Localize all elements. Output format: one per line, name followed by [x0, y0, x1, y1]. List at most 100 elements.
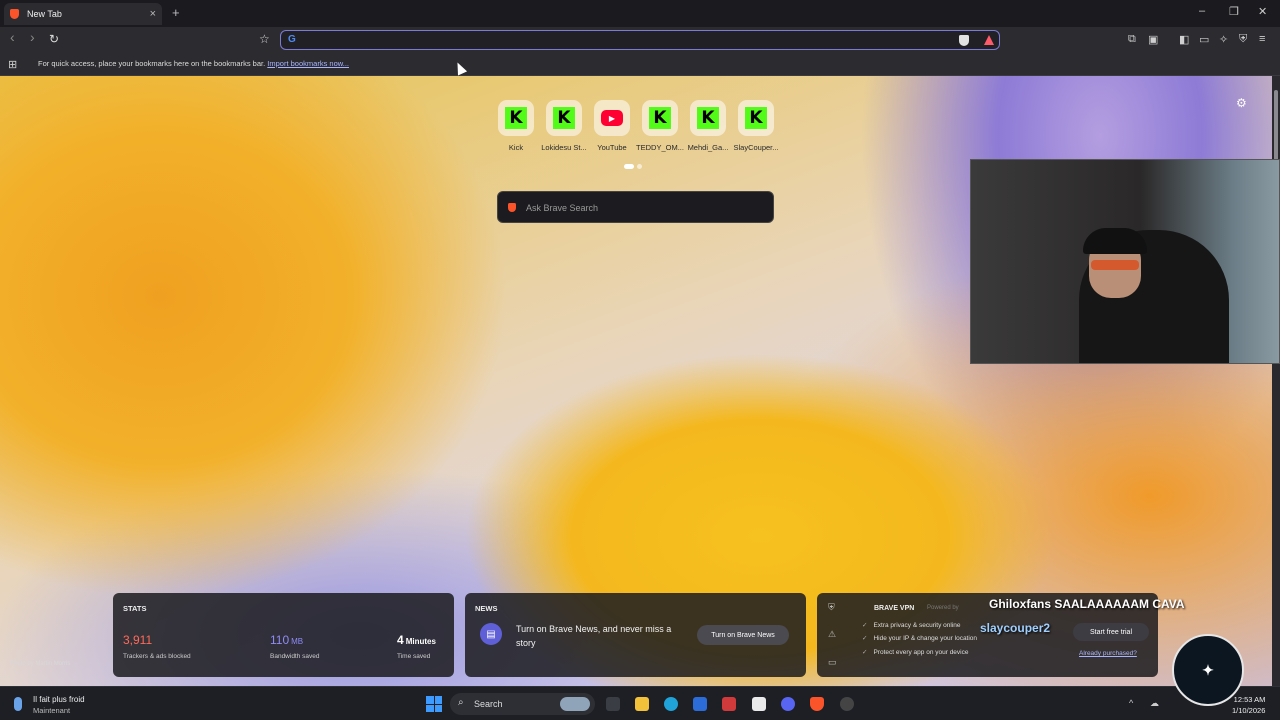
- top-site-tile[interactable]: K Mehdi_Ga...: [688, 100, 728, 152]
- time-unit: Minutes: [405, 637, 436, 646]
- customize-settings-icon[interactable]: ⚙: [1236, 96, 1247, 110]
- bandwidth-stat: 110 MB Bandwidth saved: [270, 631, 320, 660]
- vpn-feature: Extra privacy & security online: [862, 621, 960, 629]
- top-site-tile[interactable]: K SlayCouper...: [733, 100, 779, 152]
- search-highlight-image: [560, 697, 590, 711]
- chat-username: slaycouper2: [980, 621, 1051, 635]
- new-tab-button[interactable]: +: [172, 5, 180, 20]
- top-site-label: Mehdi_Ga...: [687, 143, 729, 152]
- notepad-icon[interactable]: [752, 697, 766, 711]
- start-free-trial-button[interactable]: Start free trial: [1073, 623, 1149, 641]
- search-icon: ⌕: [458, 697, 464, 708]
- close-window-button[interactable]: ✕: [1258, 5, 1267, 18]
- back-button[interactable]: ‹: [10, 29, 15, 45]
- vpn-shield-icon[interactable]: ⛨: [1239, 33, 1247, 46]
- vpn-feature: Protect every app on your device: [862, 648, 968, 656]
- bandwidth-value: 110: [270, 633, 290, 647]
- stats-card: STATS 3,911 Trackers & ads blocked 110 MB…: [113, 593, 454, 677]
- vpn-shield-icon[interactable]: ⛨: [828, 602, 835, 613]
- onedrive-icon[interactable]: ☁: [1150, 698, 1159, 709]
- trackers-stat: 3,911 Trackers & ads blocked: [123, 631, 191, 660]
- search-input[interactable]: [526, 200, 756, 215]
- vpn-title: BRAVE VPN: [874, 605, 915, 612]
- sidebar-icon[interactable]: ◧: [1179, 33, 1189, 46]
- pager-dot[interactable]: [624, 164, 634, 169]
- kick-icon: K: [649, 107, 671, 129]
- trackers-value: 3,911: [123, 633, 153, 647]
- already-purchased-link[interactable]: Already purchased?: [1079, 650, 1137, 657]
- bookmarks-bar: ⊞ For quick access, place your bookmarks…: [0, 53, 1280, 76]
- tray-chevron-icon[interactable]: ^: [1129, 698, 1133, 708]
- streamer-glasses: [1091, 260, 1139, 270]
- webcam-overlay: [970, 159, 1280, 364]
- reload-button[interactable]: ↻: [49, 32, 59, 46]
- vpn-tv-icon[interactable]: ▭: [828, 657, 837, 668]
- top-site-tile[interactable]: K Kick: [496, 100, 536, 152]
- pager-dot[interactable]: [637, 164, 642, 169]
- maximize-button[interactable]: ❐: [1229, 5, 1239, 18]
- tab-title: New Tab: [27, 9, 62, 19]
- reading-list-icon[interactable]: ▭: [1199, 33, 1209, 46]
- news-heading: NEWS: [475, 604, 498, 613]
- menu-icon[interactable]: ≡: [1259, 33, 1265, 45]
- vpn-powered-by: Powered by: [927, 605, 959, 611]
- file-explorer-icon[interactable]: [635, 697, 649, 711]
- top-site-tile[interactable]: K TEDDY_OM...: [636, 100, 684, 152]
- brave-rewards-icon[interactable]: [983, 34, 995, 46]
- brave-taskbar-icon[interactable]: [810, 697, 824, 711]
- brave-shields-icon[interactable]: [959, 35, 969, 46]
- bookmarks-hint-text: For quick access, place your bookmarks h…: [38, 59, 266, 68]
- time-value: 4: [397, 633, 404, 647]
- top-sites-pager: [624, 164, 642, 169]
- top-site-label: TEDDY_OM...: [636, 143, 684, 152]
- bookmarks-bar-message: For quick access, place your bookmarks h…: [38, 59, 349, 68]
- apps-grid-icon[interactable]: ⊞: [8, 58, 17, 71]
- discord-icon[interactable]: [781, 697, 795, 711]
- time-label: Time saved: [397, 653, 431, 660]
- forward-button[interactable]: ›: [30, 29, 35, 45]
- taskbar-clock[interactable]: 12:53 AM 1/10/2026: [1232, 694, 1265, 716]
- turn-on-brave-news-button[interactable]: Turn on Brave News: [697, 625, 789, 645]
- brave-favicon-icon: [10, 9, 19, 19]
- edge-icon[interactable]: [664, 697, 678, 711]
- top-site-label: SlayCouper...: [733, 143, 779, 152]
- clock-time: 12:53 AM: [1233, 695, 1266, 704]
- import-bookmarks-link[interactable]: Import bookmarks now...: [267, 59, 349, 68]
- address-bar[interactable]: G: [280, 30, 1000, 50]
- kick-icon: K: [505, 107, 527, 129]
- windows-taskbar: Il fait plus froid Maintenant ⌕ Search ^…: [0, 686, 1280, 720]
- time-stat: 4 Minutes Time saved: [397, 631, 436, 660]
- vpn-feature: Hide your IP & change your location: [862, 634, 977, 642]
- address-input[interactable]: [303, 33, 903, 48]
- top-site-tile[interactable]: ▶ YouTube: [592, 100, 632, 152]
- obs-icon[interactable]: [840, 697, 854, 711]
- weather-thermometer-icon[interactable]: [14, 697, 22, 711]
- youtube-icon: ▶: [601, 110, 623, 126]
- leo-ai-icon[interactable]: ✧: [1219, 33, 1228, 46]
- top-site-tile[interactable]: K Lokidesu St...: [541, 100, 587, 152]
- taskbar-search[interactable]: ⌕ Search: [450, 693, 595, 715]
- bookmark-page-button[interactable]: ☆: [259, 32, 270, 46]
- bandwidth-label: Bandwidth saved: [270, 653, 320, 660]
- wallet-icon[interactable]: ▣: [1148, 33, 1158, 46]
- title-bar: New Tab × + – ❐ ✕: [0, 0, 1280, 27]
- task-view-icon[interactable]: [606, 697, 620, 711]
- top-site-label: YouTube: [597, 143, 627, 152]
- windows-start-icon[interactable]: [426, 696, 442, 712]
- kick-icon: K: [553, 107, 575, 129]
- browser-tab-new-tab[interactable]: New Tab ×: [4, 3, 162, 25]
- photo-credit: Photo by Martin Morris: [10, 661, 71, 667]
- app-red-icon[interactable]: [722, 697, 736, 711]
- brave-search-box[interactable]: [497, 191, 774, 223]
- extensions-icon[interactable]: ⧉: [1128, 33, 1136, 46]
- channel-logo-icon: ✦: [1172, 634, 1244, 706]
- tab-close-icon[interactable]: ×: [150, 8, 156, 20]
- browser-toolbar: ‹ › ↻ ☆ G ⧉ ▣ ◧ ▭ ✧ ⛨ ≡: [0, 27, 1280, 53]
- minimize-button[interactable]: –: [1199, 5, 1205, 17]
- stats-heading: STATS: [123, 604, 147, 613]
- weather-line2: Maintenant: [33, 706, 71, 715]
- store-icon[interactable]: [693, 697, 707, 711]
- google-search-icon: G: [288, 34, 296, 45]
- taskbar-search-label: Search: [474, 699, 503, 709]
- vpn-warning-icon[interactable]: ⚠: [828, 629, 836, 640]
